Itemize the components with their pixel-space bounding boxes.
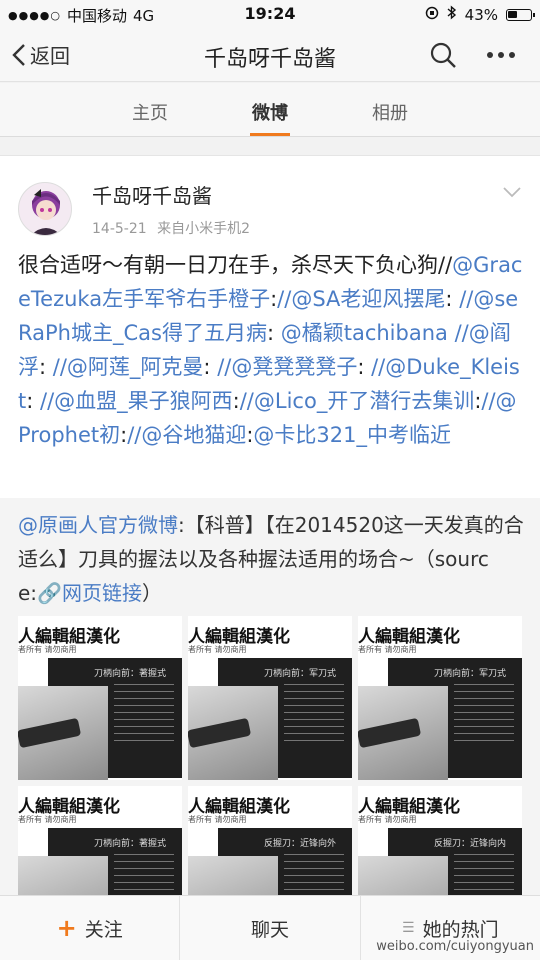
thumb-panel-title: 刀柄向前：军刀式: [434, 669, 507, 679]
reposted-post[interactable]: @原画人官方微博:【科普】【在2014520这一天发真的合适么】刀具的握法以及各…: [0, 498, 540, 950]
separator: :: [26, 389, 40, 413]
post-source: 来自小米手机2: [157, 221, 251, 237]
mention-link[interactable]: @卡比321_中考临近: [253, 423, 451, 447]
post-card: 千岛呀千岛酱 14-5-21 来自小米手机2 很合适呀～有朝一日刀在手，杀尽天下…: [0, 155, 540, 950]
chat-label: 聊天: [250, 918, 289, 941]
post-meta: 14-5-21 来自小米手机2: [92, 218, 250, 238]
more-options-icon[interactable]: [484, 41, 518, 69]
separator: :: [203, 355, 218, 379]
thumb-panel-title: 反握刀：近锋向内: [434, 839, 507, 849]
closing-paren: ）: [141, 581, 162, 605]
separator: :: [39, 355, 53, 379]
page-title: 千岛呀千岛酱: [203, 47, 336, 72]
tab-weibo[interactable]: 微博: [235, 83, 305, 136]
mention-link[interactable]: //@凳凳凳凳子: [217, 355, 357, 379]
web-link[interactable]: 🔗网页链接: [37, 581, 142, 605]
thumb-text-lines: [454, 684, 514, 744]
image-thumbnail[interactable]: 人編輯組漢化 者所有 请勿商用 刀柄向前：军刀式: [358, 616, 522, 780]
separator: [448, 321, 455, 345]
post-date: 14-5-21: [92, 221, 147, 237]
chevron-down-icon[interactable]: [502, 184, 522, 198]
mention-link[interactable]: //@谷地猫迎: [127, 423, 246, 447]
post-intro: 很合适呀～有朝一日刀在手，杀尽天下负心狗//: [18, 253, 453, 277]
hot-posts-label: 她的热门: [422, 918, 499, 941]
tab-album[interactable]: 相册: [355, 83, 425, 136]
thumb-panel-title: 刀柄向前：军刀式: [264, 669, 337, 679]
watermark: weibo.com/cuiyongyuan: [376, 939, 534, 954]
thumb-subtitle: 者所有 请勿商用: [358, 815, 417, 824]
navigation-bar: 返回 千岛呀千岛酱: [0, 28, 540, 82]
status-bar: ●●●●○ 中国移动 4G 19:24 43%: [0, 0, 540, 28]
plus-icon: +: [56, 914, 77, 942]
image-thumbnail[interactable]: 人編輯組漢化 者所有 请勿商用 刀柄向前：著握式: [18, 616, 182, 780]
mention-link[interactable]: //@血盟_果子狼阿西: [40, 389, 233, 413]
thumb-text-lines: [114, 684, 174, 744]
separator: :: [357, 355, 372, 379]
mention-link[interactable]: //@Lico_开了潜行去集训: [240, 389, 475, 413]
post-author[interactable]: 千岛呀千岛酱: [92, 180, 212, 209]
tab-home[interactable]: 主页: [115, 83, 185, 136]
follow-button[interactable]: + 关注: [0, 896, 179, 960]
thumb-subtitle: 者所有 请勿商用: [18, 815, 77, 824]
separator: :: [266, 321, 281, 345]
thumb-subtitle: 者所有 请勿商用: [188, 815, 247, 824]
link-icon: 🔗: [37, 581, 62, 605]
mention-link[interactable]: @橘颖tachibana: [281, 321, 448, 345]
image-thumbnail[interactable]: 人編輯組漢化 者所有 请勿商用 刀柄向前：军刀式: [188, 616, 352, 780]
rotation-lock-icon: [425, 6, 439, 24]
separator: :: [232, 389, 240, 413]
mention-link[interactable]: //@阿莲_阿克曼: [53, 355, 204, 379]
thumb-text-lines: [284, 684, 344, 744]
origin-author-link[interactable]: @原画人官方微博: [18, 513, 178, 537]
thumb-panel-title: 刀柄向前：著握式: [94, 669, 167, 679]
thumb-subtitle: 者所有 请勿商用: [18, 645, 77, 654]
chat-button[interactable]: 聊天: [179, 896, 359, 960]
repost-body: @原画人官方微博:【科普】【在2014520这一天发真的合适么】刀具的握法以及各…: [18, 508, 526, 610]
follow-label: 关注: [84, 918, 123, 941]
battery-percent: 43%: [464, 5, 498, 24]
battery-icon: [506, 8, 535, 21]
thumb-panel-title: 反握刀：近锋向外: [264, 839, 337, 849]
bluetooth-icon: [447, 5, 457, 24]
post-body: 很合适呀～有朝一日刀在手，杀尽天下负心狗//@GraceTezuka左手军爷右手…: [18, 248, 524, 452]
web-link-label: 网页链接: [61, 581, 142, 605]
mention-link[interactable]: //@SA老迎风摆尾: [277, 287, 445, 311]
avatar[interactable]: [18, 182, 72, 236]
separator: :: [445, 287, 460, 311]
thumb-subtitle: 者所有 请勿商用: [358, 645, 417, 654]
search-icon[interactable]: [428, 40, 458, 70]
thumb-subtitle: 者所有 请勿商用: [188, 645, 247, 654]
bottom-action-bar: + 关注 聊天 ☰ 她的热门 weibo.com/cuiyongyuan: [0, 895, 540, 960]
list-icon: ☰: [402, 920, 415, 936]
profile-tabs: 主页 微博 相册: [0, 83, 540, 137]
thumb-panel-title: 刀柄向前：著握式: [94, 839, 167, 849]
